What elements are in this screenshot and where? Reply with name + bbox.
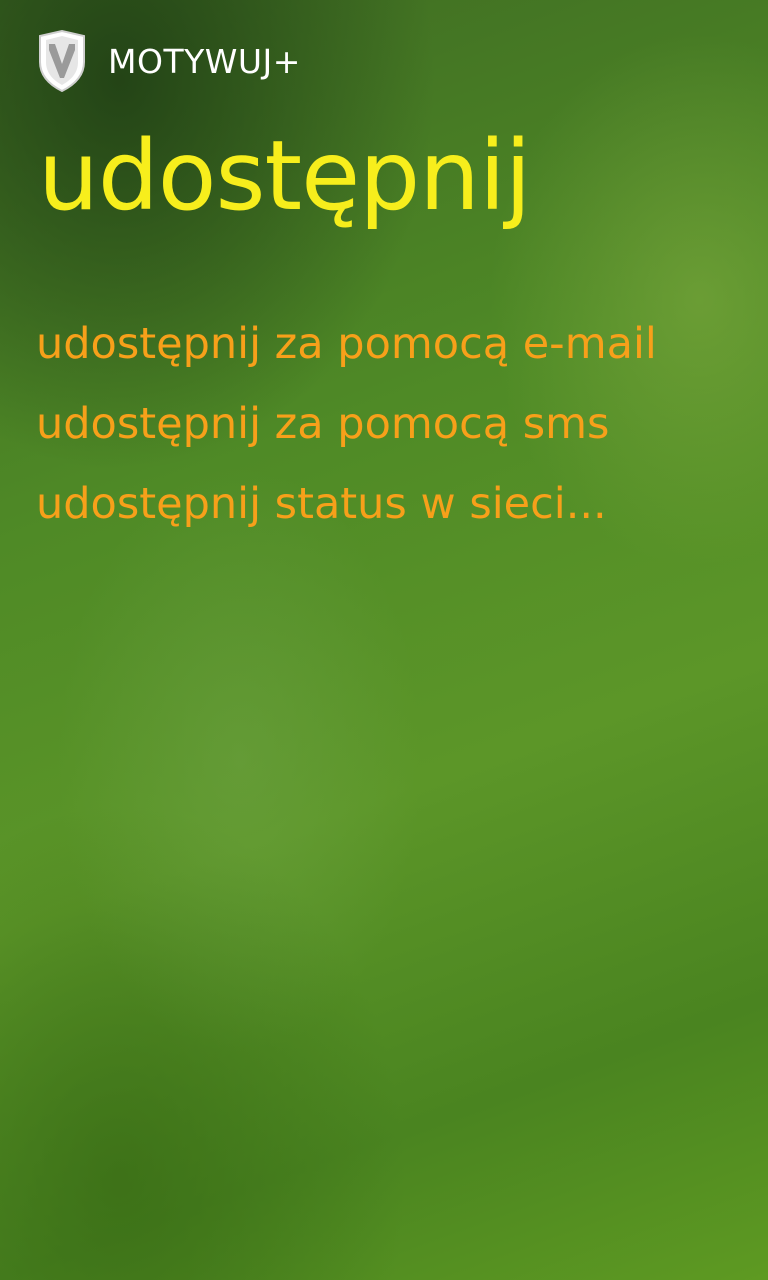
share-status-item[interactable]: udostępnij status w sieci... — [36, 472, 657, 552]
page-title: udostępnij — [38, 120, 531, 232]
app-title: MOTYWUJ+ — [108, 41, 301, 81]
share-menu: udostępnij za pomocą e-mail udostępnij z… — [36, 312, 657, 552]
app-header: MOTYWUJ+ — [36, 30, 301, 92]
shield-logo-icon — [39, 30, 85, 92]
share-email-item[interactable]: udostępnij za pomocą e-mail — [36, 312, 657, 392]
share-sms-item[interactable]: udostępnij za pomocą sms — [36, 392, 657, 472]
